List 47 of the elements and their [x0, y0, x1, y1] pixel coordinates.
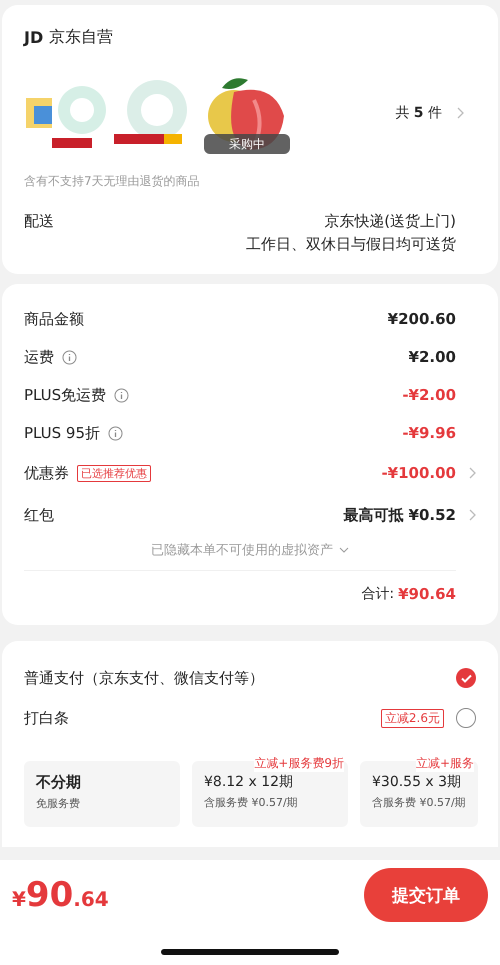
cost-label: PLUS 95折 [24, 424, 100, 442]
cost-value: -¥9.96 [402, 424, 456, 442]
payment-method[interactable]: 普通支付（京东支付、微信支付等） [24, 668, 264, 688]
total-price: ¥90.64 [12, 875, 109, 915]
submit-order-button[interactable]: 提交订单 [364, 868, 488, 922]
cost-value[interactable]: 最高可抵 ¥0.52 [343, 506, 456, 524]
plan-subtitle: 含服务费 ¥0.57/期 [204, 795, 299, 810]
payment-method[interactable]: 打白条 [24, 708, 69, 728]
delivery-info: 京东快递(送货上门) [324, 212, 456, 231]
cost-label: 运费 [24, 348, 54, 366]
cost-label: 商品金额 [24, 310, 84, 328]
check-icon [460, 674, 472, 682]
status-badge: 采购中 [204, 134, 290, 154]
info-icon [114, 388, 130, 402]
plan-title: 不分期 [36, 773, 82, 792]
chevron-down-icon [339, 547, 349, 553]
total-amount: ¥90.64 [398, 585, 456, 603]
cost-value: ¥2.00 [408, 348, 456, 366]
return-notice: 含有不支持7天无理由退货的商品 [24, 174, 200, 188]
info-icon [108, 426, 124, 440]
radio-button[interactable] [456, 668, 476, 688]
shop-logo: JD [24, 28, 44, 47]
total-label: 合计: [361, 585, 394, 603]
shop-name: 京东自营 [49, 27, 114, 48]
cost-value: ¥200.60 [388, 310, 456, 328]
cost-label: PLUS免运费 [24, 386, 106, 404]
installment-option[interactable]: 不分期 免服务费 [24, 761, 180, 827]
cost-value: -¥2.00 [402, 386, 456, 404]
delivery-label: 配送 [24, 212, 54, 231]
delivery-info: 工作日、双休日与假日均可送货 [246, 235, 456, 254]
discount-tag: 立减2.6元 [380, 708, 444, 728]
cost-label: 红包 [24, 506, 54, 524]
promo-label: 立减+服务费9折 [254, 755, 344, 772]
item-count[interactable]: 共 5 件 [395, 104, 442, 122]
plan-subtitle: 免服务费 [36, 796, 81, 811]
chevron-right-icon [456, 107, 464, 119]
promo-label: 立减+服务 [416, 755, 474, 772]
chevron-right-icon [468, 509, 476, 521]
plan-title: ¥30.55 x 3期 [372, 773, 462, 791]
cost-value[interactable]: -¥100.00 [381, 464, 456, 482]
plan-title: ¥8.12 x 12期 [204, 773, 294, 791]
chevron-right-icon [468, 467, 476, 479]
coupon-tag: 已选推荐优惠 [77, 464, 151, 482]
radio-button[interactable] [456, 708, 476, 728]
plan-subtitle: 含服务费 ¥0.57/期 [372, 795, 466, 810]
info-icon [62, 350, 77, 364]
cost-label: 优惠券 [24, 464, 69, 482]
